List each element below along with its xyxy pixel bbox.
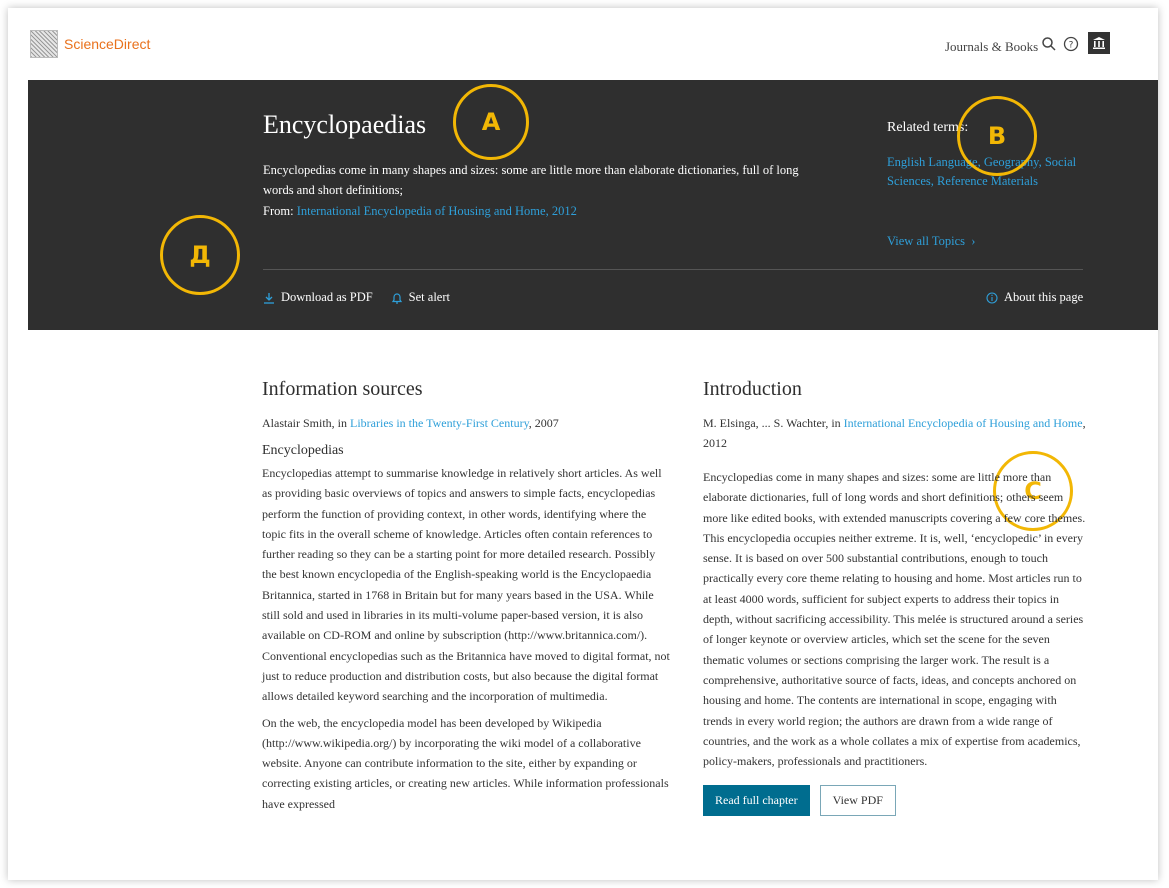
information-sources-section: Information sources Alastair Smith, in L… bbox=[262, 378, 672, 814]
chapter-byline: M. Elsinga, ... S. Wachter, in Internati… bbox=[703, 413, 1088, 453]
chapter-byline: Alastair Smith, in Libraries in the Twen… bbox=[262, 413, 672, 433]
annotation-marker-b: B bbox=[957, 96, 1037, 176]
svg-text:?: ? bbox=[1069, 41, 1074, 51]
topic-definition: Encyclopedias come in many shapes and si… bbox=[263, 163, 799, 197]
info-icon bbox=[986, 291, 998, 304]
page-title: Encyclopaedias bbox=[263, 110, 427, 139]
about-label: About this page bbox=[1004, 290, 1084, 304]
journals-books-link[interactable]: Journals & Books bbox=[945, 39, 1038, 55]
annotation-marker-d: Д bbox=[160, 215, 240, 295]
book-link[interactable]: International Encyclopedia of Housing an… bbox=[844, 416, 1083, 430]
topic-source: From: International Encyclopedia of Hous… bbox=[263, 204, 577, 219]
institution-icon[interactable] bbox=[1088, 32, 1110, 54]
excerpt-paragraph: Encyclopedias come in many shapes and si… bbox=[703, 470, 1086, 769]
read-full-chapter-button[interactable]: Read full chapter bbox=[703, 785, 810, 817]
author: Alastair Smith, in bbox=[262, 416, 347, 430]
download-pdf-label: Download as PDF bbox=[281, 290, 373, 304]
year: , 2007 bbox=[528, 416, 559, 430]
page-frame: ScienceDirect Journals & Books ? Encyclo… bbox=[8, 8, 1158, 880]
search-icon[interactable] bbox=[1041, 36, 1057, 52]
chapter-actions: Read full chapter View PDF bbox=[703, 785, 1088, 817]
author: M. Elsinga, ... S. Wachter, in bbox=[703, 416, 841, 430]
source-link[interactable]: International Encyclopedia of Housing an… bbox=[297, 204, 577, 218]
related-term-reference-materials[interactable]: Reference Materials bbox=[937, 174, 1038, 188]
section-heading: Introduction bbox=[703, 378, 802, 400]
brand-name[interactable]: ScienceDirect bbox=[64, 36, 150, 52]
hero-actions: Download as PDF Set alert bbox=[263, 290, 450, 305]
download-pdf-button[interactable]: Download as PDF bbox=[263, 290, 373, 305]
excerpt-paragraph: On the web, the encyclopedia model has b… bbox=[262, 715, 669, 811]
bell-icon bbox=[391, 292, 402, 304]
set-alert-button[interactable]: Set alert bbox=[391, 290, 450, 305]
annotation-marker-a: A bbox=[453, 84, 529, 160]
elsevier-logo-icon[interactable] bbox=[30, 30, 58, 58]
top-bar: ScienceDirect Journals & Books ? bbox=[8, 8, 1158, 80]
set-alert-label: Set alert bbox=[408, 290, 450, 304]
about-this-page-link[interactable]: About this page bbox=[986, 290, 1083, 305]
view-all-topics-link[interactable]: View all Topics › bbox=[887, 234, 975, 249]
hero-divider bbox=[263, 269, 1083, 270]
from-label: From: bbox=[263, 204, 294, 218]
view-all-topics-label: View all Topics bbox=[887, 234, 965, 248]
chevron-right-icon: › bbox=[968, 234, 976, 248]
help-icon[interactable]: ? bbox=[1063, 36, 1079, 52]
view-pdf-button[interactable]: View PDF bbox=[819, 785, 896, 817]
section-heading: Information sources bbox=[262, 378, 423, 400]
download-icon bbox=[264, 292, 274, 304]
introduction-section: Introduction M. Elsinga, ... S. Wachter,… bbox=[703, 378, 1088, 817]
book-link[interactable]: Libraries in the Twenty-First Century bbox=[350, 416, 529, 430]
chapter-subheading: Encyclopedias bbox=[262, 443, 344, 458]
excerpt-paragraph: Encyclopedias attempt to summarise knowl… bbox=[262, 466, 670, 704]
